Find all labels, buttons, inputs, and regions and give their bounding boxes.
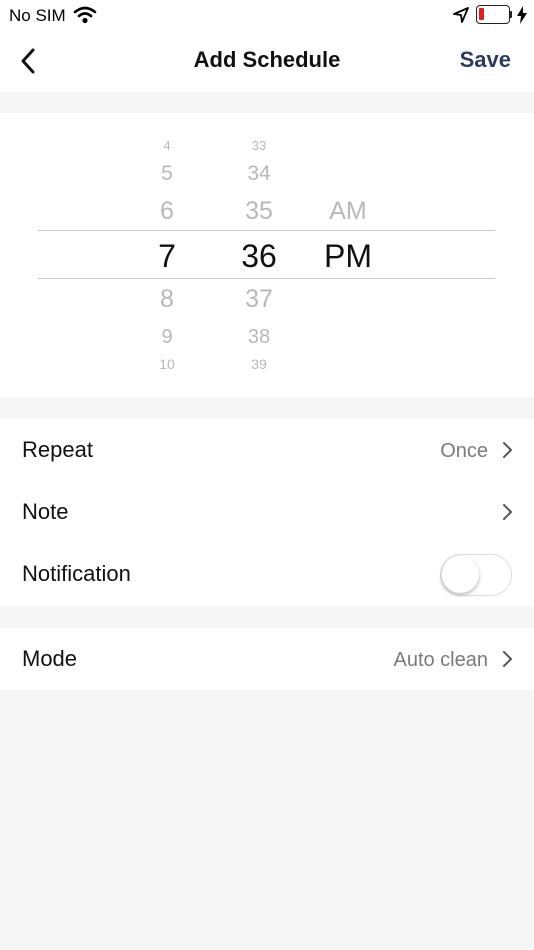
picker-period-selected[interactable]: PM xyxy=(308,240,388,272)
notification-row: Notification xyxy=(0,543,534,605)
note-label: Note xyxy=(22,499,69,524)
repeat-value: Once xyxy=(440,440,488,462)
picker-hour-option[interactable]: 6 xyxy=(127,199,207,224)
mode-row[interactable]: Mode Auto clean xyxy=(0,628,534,690)
repeat-row[interactable]: Repeat Once xyxy=(0,419,534,481)
picker-minute-option[interactable]: 37 xyxy=(219,287,299,312)
picker-minute-option[interactable]: 34 xyxy=(219,163,299,184)
picker-hour-option[interactable]: 5 xyxy=(127,163,207,184)
status-bar: No SIM xyxy=(0,0,534,30)
picker-hour-selected[interactable]: 7 xyxy=(127,240,207,272)
wifi-icon xyxy=(73,6,97,24)
picker-selection-bottom-line xyxy=(38,278,495,279)
picker-hour-option[interactable]: 8 xyxy=(127,287,207,312)
mode-settings-list: Mode Auto clean xyxy=(0,628,534,690)
picker-hour-option[interactable]: 10 xyxy=(127,357,207,371)
chevron-right-icon xyxy=(503,442,512,458)
notification-label: Notification xyxy=(22,561,131,586)
battery-tip xyxy=(510,11,512,18)
note-row[interactable]: Note xyxy=(0,481,534,543)
chevron-right-icon xyxy=(503,651,512,667)
schedule-settings-list: Repeat Once Note Notification xyxy=(0,419,534,606)
mode-label: Mode xyxy=(22,646,78,671)
picker-minute-option[interactable]: 33 xyxy=(219,139,299,152)
repeat-label: Repeat xyxy=(22,437,93,462)
save-button[interactable]: Save xyxy=(460,47,511,73)
battery-level xyxy=(479,8,484,20)
picker-minute-option[interactable]: 38 xyxy=(219,327,299,347)
page-title: Add Schedule xyxy=(193,47,341,72)
mode-value: Auto clean xyxy=(393,649,488,671)
picker-minute-selected[interactable]: 36 xyxy=(219,240,299,272)
picker-minute-option[interactable]: 35 xyxy=(219,199,299,224)
picker-minute-option[interactable]: 39 xyxy=(219,357,299,371)
battery-icon xyxy=(476,5,510,24)
location-arrow-icon xyxy=(453,7,469,23)
toggle-knob xyxy=(442,556,479,593)
time-picker[interactable]: 4 5 6 7 8 9 10 33 34 35 36 37 38 39 AM P… xyxy=(0,113,534,397)
picker-period-option[interactable]: AM xyxy=(308,199,388,224)
navigation-bar: Add Schedule Save xyxy=(0,30,534,92)
charging-bolt-icon xyxy=(517,6,527,24)
picker-selection-top-line xyxy=(38,230,495,231)
picker-hour-option[interactable]: 9 xyxy=(127,327,207,347)
notification-toggle[interactable] xyxy=(440,554,512,596)
chevron-right-icon xyxy=(503,504,512,520)
picker-hour-option[interactable]: 4 xyxy=(127,139,207,152)
carrier-label: No SIM xyxy=(9,6,66,25)
